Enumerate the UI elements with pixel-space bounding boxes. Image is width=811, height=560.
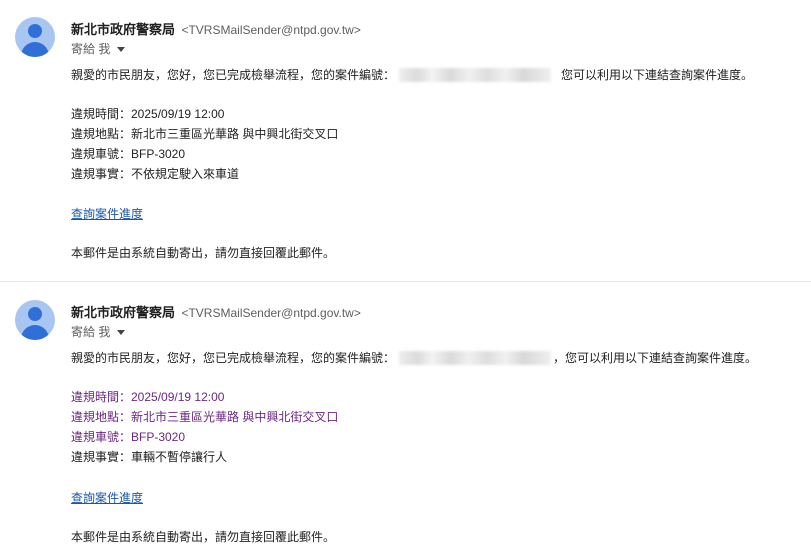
redacted-case-number bbox=[399, 68, 552, 82]
chevron-down-icon[interactable] bbox=[117, 329, 126, 335]
violation-details: 違規時間：2025/09/19 12:00 違規地點：新北市三重區光華路 與中興… bbox=[71, 387, 338, 467]
sender-email: <TVRSMailSender@ntpd.gov.tw> bbox=[181, 23, 361, 37]
greeting-text: 親愛的市民朋友，您好，您已完成檢舉流程，您的案件編號： ，您可以利用以下連結查詢… bbox=[71, 348, 757, 368]
violation-details: 違規時間：2025/09/19 12:00 違規地點：新北市三重區光華路 與中興… bbox=[71, 104, 338, 184]
sender-name[interactable]: 新北市政府警察局 bbox=[71, 305, 175, 320]
sender-name[interactable]: 新北市政府警察局 bbox=[71, 22, 175, 37]
violation-location: 違規地點：新北市三重區光華路 與中興北街交叉口 bbox=[71, 410, 339, 424]
email-message: 新北市政府警察局 <TVRSMailSender@ntpd.gov.tw> 寄給… bbox=[0, 0, 811, 281]
sender: 新北市政府警察局 <TVRSMailSender@ntpd.gov.tw> bbox=[71, 302, 361, 322]
recipient-toggle[interactable]: 寄給 我 bbox=[71, 40, 126, 57]
violation-time: 違規時間：2025/09/19 12:00 bbox=[71, 107, 225, 121]
greeting-after: ，您可以利用以下連結查詢案件進度。 bbox=[553, 351, 758, 365]
violation-plate: 違規車號：BFP-3020 bbox=[71, 430, 186, 444]
sender-email: <TVRSMailSender@ntpd.gov.tw> bbox=[181, 306, 361, 320]
violation-plate: 違規車號：BFP-3020 bbox=[71, 147, 186, 161]
recipient-label: 寄給 我 bbox=[71, 42, 111, 56]
greeting-before: 親愛的市民朋友，您好，您已完成檢舉流程，您的案件編號： bbox=[71, 68, 396, 82]
recipient-toggle[interactable]: 寄給 我 bbox=[71, 323, 126, 340]
avatar-icon[interactable] bbox=[15, 300, 55, 340]
footer-note: 本郵件是由系統自動寄出，請勿直接回覆此郵件。 bbox=[71, 530, 336, 544]
violation-time: 違規時間：2025/09/19 12:00 bbox=[71, 390, 225, 404]
greeting-text: 親愛的市民朋友，您好，您已完成檢舉流程，您的案件編號： 您可以利用以下連結查詢案… bbox=[71, 65, 753, 85]
sender: 新北市政府警察局 <TVRSMailSender@ntpd.gov.tw> bbox=[71, 19, 361, 39]
divider bbox=[0, 281, 811, 282]
greeting-after: 您可以利用以下連結查詢案件進度。 bbox=[561, 68, 754, 82]
redacted-case-number bbox=[399, 351, 552, 365]
case-progress-link[interactable]: 查詢案件進度 bbox=[71, 205, 143, 222]
recipient-label: 寄給 我 bbox=[71, 325, 111, 339]
violation-location: 違規地點：新北市三重區光華路 與中興北街交叉口 bbox=[71, 127, 339, 141]
footer-note: 本郵件是由系統自動寄出，請勿直接回覆此郵件。 bbox=[71, 246, 336, 260]
greeting-before: 親愛的市民朋友，您好，您已完成檢舉流程，您的案件編號： bbox=[71, 351, 396, 365]
violation-fact: 違規事實：車輛不暫停讓行人 bbox=[71, 450, 228, 464]
email-message: 新北市政府警察局 <TVRSMailSender@ntpd.gov.tw> 寄給… bbox=[0, 283, 811, 560]
violation-fact: 違規事實：不依規定駛入來車道 bbox=[71, 167, 240, 181]
case-progress-link[interactable]: 查詢案件進度 bbox=[71, 489, 143, 506]
chevron-down-icon[interactable] bbox=[117, 46, 126, 52]
avatar-icon[interactable] bbox=[15, 17, 55, 57]
